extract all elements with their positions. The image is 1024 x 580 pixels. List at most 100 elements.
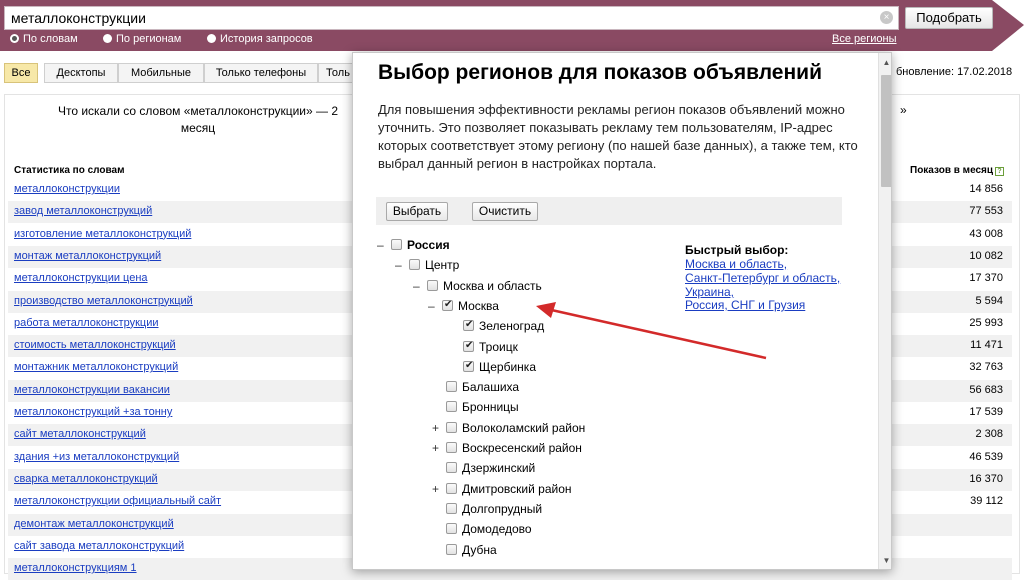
impressions-count: 32 763 xyxy=(969,361,1003,374)
keyword-link[interactable]: монтажник металлоконструкций xyxy=(14,361,178,373)
tree-node[interactable]: Зеленоград xyxy=(449,318,544,337)
tab-all[interactable]: Все xyxy=(4,63,38,83)
search-input[interactable]: металлоконструкции xyxy=(4,6,899,30)
keyword-link[interactable]: работа металлоконструкции xyxy=(14,317,159,329)
keyword-link[interactable]: демонтаж металлоконструкций xyxy=(14,518,174,530)
region-checkbox[interactable] xyxy=(463,339,474,353)
tree-node[interactable]: Дзержинский xyxy=(432,461,535,479)
region-checkbox[interactable] xyxy=(446,401,457,413)
results-title-right: » xyxy=(900,103,907,117)
header-arrow-shape xyxy=(992,0,1024,51)
keyword-link[interactable]: завод металлоконструкций xyxy=(14,205,152,217)
dialog-scrollbar[interactable]: ▲ ▼ xyxy=(878,53,891,569)
impressions-count: 2 308 xyxy=(975,428,1003,441)
tab-desktop[interactable]: Десктопы xyxy=(44,63,118,83)
radio-icon[interactable] xyxy=(103,34,112,43)
tree-node[interactable]: Бронницы xyxy=(432,400,519,418)
tree-node[interactable]: – Москва и область xyxy=(413,279,542,297)
region-checkbox[interactable] xyxy=(446,543,457,555)
tab-mobile[interactable]: Мобильные xyxy=(118,63,204,83)
expand-icon[interactable]: + xyxy=(432,482,446,496)
tree-node[interactable]: – Москва xyxy=(428,298,499,317)
select-button[interactable]: Выбрать xyxy=(386,202,448,221)
keyword-link[interactable]: металлоконструкции цена xyxy=(14,272,148,284)
region-checkbox[interactable] xyxy=(442,298,453,312)
region-checkbox[interactable] xyxy=(446,421,457,433)
all-regions-link[interactable]: Все регионы xyxy=(832,33,897,45)
scroll-thumb[interactable] xyxy=(881,75,891,187)
region-checkbox[interactable] xyxy=(446,381,457,393)
tree-node[interactable]: Балашиха xyxy=(432,380,519,398)
keyword-link[interactable]: металлоконструкций +за тонну xyxy=(14,406,172,418)
results-title-line-2: месяц xyxy=(180,121,216,135)
tree-node[interactable]: Троицк xyxy=(449,339,518,358)
mode-history[interactable]: История запросов xyxy=(207,33,313,45)
scroll-up-icon[interactable]: ▲ xyxy=(879,55,891,70)
tree-node[interactable]: + Дмитровский район xyxy=(432,482,572,500)
mode-by-regions[interactable]: По регионам xyxy=(103,33,181,45)
tree-node[interactable]: Долгопрудный xyxy=(432,502,542,520)
tab-phones-only[interactable]: Только телефоны xyxy=(204,63,318,83)
quick-link-moscow[interactable]: Москва и область, xyxy=(685,257,787,271)
expand-icon[interactable]: + xyxy=(432,421,446,435)
keyword-link[interactable]: монтаж металлоконструкций xyxy=(14,250,161,262)
column-header-words: Статистика по словам xyxy=(14,165,125,176)
quick-link-cis[interactable]: Россия, СНГ и Грузия xyxy=(685,298,805,312)
region-checkbox[interactable] xyxy=(446,502,457,514)
quick-link-spb[interactable]: Санкт-Петербург и область, xyxy=(685,271,840,285)
region-checkbox[interactable] xyxy=(427,279,438,291)
region-checkbox[interactable] xyxy=(446,482,457,494)
keyword-link[interactable]: металлоконструкциям 1 xyxy=(14,562,137,574)
region-label: Дмитровский район xyxy=(462,481,572,496)
clear-button[interactable]: Очистить xyxy=(472,202,538,221)
keyword-link[interactable]: металлоконструкции официальный сайт xyxy=(14,495,221,507)
region-checkbox[interactable] xyxy=(463,359,474,373)
keyword-link[interactable]: производство металлоконструкций xyxy=(14,295,193,307)
region-label: Щербинка xyxy=(479,359,536,374)
expand-icon[interactable]: + xyxy=(432,441,446,455)
tree-node[interactable]: Домодедово xyxy=(432,522,532,540)
collapse-icon[interactable]: – xyxy=(377,238,391,252)
radio-selected-icon[interactable] xyxy=(10,34,19,43)
collapse-icon[interactable]: – xyxy=(395,258,409,272)
radio-icon[interactable] xyxy=(207,34,216,43)
impressions-count: 14 856 xyxy=(969,183,1003,195)
keyword-link[interactable]: металлоконструкции вакансии xyxy=(14,384,170,396)
tree-node[interactable]: + Волоколамский район xyxy=(432,421,585,439)
collapse-icon[interactable]: – xyxy=(428,299,442,313)
tree-node[interactable]: – Россия xyxy=(377,238,450,256)
keyword-link[interactable]: стоимость металлоконструкций xyxy=(14,339,176,351)
tree-node[interactable]: – Центр xyxy=(395,258,459,276)
scroll-down-icon[interactable]: ▼ xyxy=(879,553,891,568)
region-checkbox[interactable] xyxy=(446,523,457,535)
region-label: Центр xyxy=(425,258,460,273)
tree-node[interactable]: Щербинка xyxy=(449,359,536,378)
impressions-count: 11 471 xyxy=(970,339,1003,352)
region-checkbox[interactable] xyxy=(446,462,457,474)
impressions-count: 39 112 xyxy=(970,495,1003,508)
tree-node[interactable]: Дубна xyxy=(432,543,497,561)
region-label: Дубна xyxy=(462,542,497,557)
tree-node[interactable]: + Воскресенский район xyxy=(432,441,582,459)
region-checkbox[interactable] xyxy=(463,318,474,332)
collapse-icon[interactable]: – xyxy=(413,279,427,293)
column-header-label: Показов в месяц xyxy=(910,165,994,176)
quick-link-ukraine[interactable]: Украина, xyxy=(685,285,734,299)
region-checkbox[interactable] xyxy=(446,442,457,453)
clear-icon[interactable]: × xyxy=(880,11,893,24)
keyword-link[interactable]: металлоконструкции xyxy=(14,183,120,195)
keyword-link[interactable]: сайт завода металлоконструкций xyxy=(14,540,184,552)
mode-label: История запросов xyxy=(220,33,313,45)
keyword-link[interactable]: сайт металлоконструкций xyxy=(14,428,146,440)
keyword-link[interactable]: изготовление металлоконструкций xyxy=(14,228,191,240)
keyword-link[interactable]: здания +из металлоконструкций xyxy=(14,451,179,463)
impressions-count: 77 553 xyxy=(969,205,1003,218)
help-icon[interactable]: ? xyxy=(995,167,1005,176)
keyword-link[interactable]: сварка металлоконструкций xyxy=(14,473,158,485)
impressions-count: 25 993 xyxy=(969,316,1003,329)
results-title: Что искали со словом «металлоконструкции… xyxy=(38,103,358,137)
search-button[interactable]: Подобрать xyxy=(905,7,993,29)
region-checkbox[interactable] xyxy=(391,239,402,250)
mode-by-words[interactable]: По словам xyxy=(10,33,78,45)
region-checkbox[interactable] xyxy=(409,259,420,271)
